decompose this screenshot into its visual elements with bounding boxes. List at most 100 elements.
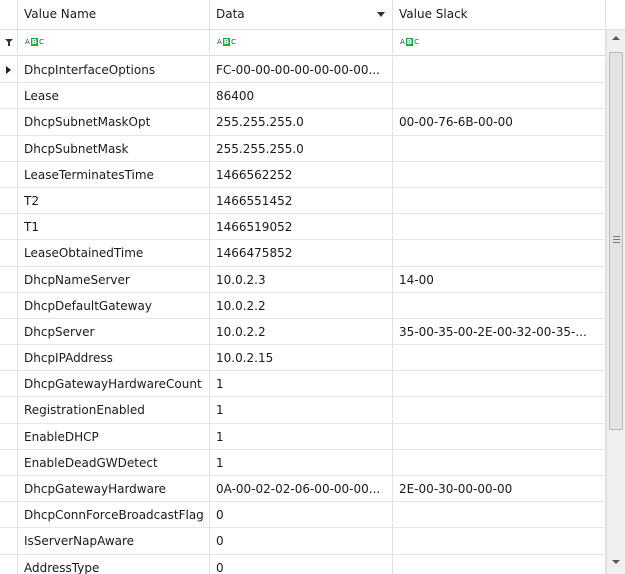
cell-value-name[interactable]: DhcpInterfaceOptions: [18, 57, 210, 83]
table-row[interactable]: Lease 86400: [0, 83, 606, 110]
cell-data[interactable]: 1466562252: [210, 161, 393, 187]
cell-value-name[interactable]: DhcpSubnetMaskOpt: [18, 109, 210, 135]
cell-value-name[interactable]: LeaseObtainedTime: [18, 240, 210, 266]
filter-cell-value-name[interactable]: ABC: [18, 30, 210, 56]
cell-value-slack[interactable]: 35-00-35-00-2E-00-32-00-35-...: [393, 318, 606, 345]
cell-data[interactable]: 1466475852: [210, 240, 393, 266]
cell-data[interactable]: 10.0.2.2: [210, 292, 393, 318]
table-row[interactable]: DhcpConnForceBroadcastFlag 0: [0, 502, 606, 529]
row-indicator[interactable]: [0, 476, 18, 502]
cell-data[interactable]: 1: [210, 397, 393, 423]
cell-data[interactable]: 255.255.255.0: [210, 135, 393, 161]
table-row[interactable]: DhcpInterfaceOptions FC-00-00-00-00-00-00…: [0, 57, 606, 84]
cell-value-name[interactable]: IsServerNapAware: [18, 528, 210, 554]
row-indicator[interactable]: [0, 528, 18, 554]
cell-data[interactable]: 0: [210, 502, 393, 528]
scroll-up-arrow-icon[interactable]: [612, 36, 620, 40]
row-indicator[interactable]: [0, 292, 18, 318]
row-indicator[interactable]: [0, 345, 18, 371]
cell-value-slack[interactable]: [393, 423, 606, 449]
cell-value-name[interactable]: T1: [18, 214, 210, 240]
scrollbar-thumb[interactable]: [609, 52, 623, 430]
sort-descending-icon[interactable]: [377, 12, 385, 17]
row-indicator[interactable]: [0, 554, 18, 574]
cell-data[interactable]: FC-00-00-00-00-00-00-00...: [210, 57, 393, 83]
table-row[interactable]: T2 1466551452: [0, 187, 606, 215]
cell-value-name[interactable]: DhcpServer: [18, 318, 210, 345]
cell-value-slack[interactable]: [393, 528, 606, 554]
table-row[interactable]: DhcpGatewayHardware 0A-00-02-02-06-00-00-…: [0, 476, 606, 503]
row-indicator[interactable]: [0, 187, 18, 214]
row-indicator[interactable]: [0, 266, 18, 292]
cell-value-slack[interactable]: [393, 449, 606, 475]
table-row[interactable]: EnableDHCP 1: [0, 423, 606, 450]
column-header-data[interactable]: Data: [210, 0, 393, 30]
row-indicator[interactable]: [0, 423, 18, 449]
table-row[interactable]: EnableDeadGWDetect 1: [0, 449, 606, 476]
cell-value-slack[interactable]: [393, 502, 606, 528]
cell-data[interactable]: 0: [210, 528, 393, 554]
cell-value-name[interactable]: Lease: [18, 83, 210, 109]
cell-value-slack[interactable]: [393, 371, 606, 397]
cell-value-slack[interactable]: [393, 345, 606, 371]
cell-value-name[interactable]: T2: [18, 187, 210, 214]
cell-value-name[interactable]: LeaseTerminatesTime: [18, 161, 210, 187]
cell-data[interactable]: 10.0.2.15: [210, 345, 393, 371]
column-header-value-slack[interactable]: Value Slack: [393, 0, 606, 30]
table-row[interactable]: IsServerNapAware 0: [0, 528, 606, 555]
cell-data[interactable]: 1: [210, 371, 393, 397]
row-indicator[interactable]: [0, 109, 18, 135]
table-row[interactable]: LeaseObtainedTime 1466475852: [0, 240, 606, 267]
table-row[interactable]: DhcpDefaultGateway 10.0.2.2: [0, 292, 606, 319]
table-row[interactable]: RegistrationEnabled 1: [0, 397, 606, 424]
row-indicator[interactable]: [0, 449, 18, 475]
cell-value-slack[interactable]: [393, 187, 606, 214]
text-filter-icon[interactable]: ABC: [24, 38, 45, 47]
table-row[interactable]: DhcpIPAddress 10.0.2.15: [0, 345, 606, 372]
cell-data[interactable]: 255.255.255.0: [210, 109, 393, 135]
cell-data[interactable]: 86400: [210, 83, 393, 109]
cell-value-name[interactable]: DhcpIPAddress: [18, 345, 210, 371]
cell-data[interactable]: 10.0.2.3: [210, 266, 393, 292]
cell-value-name[interactable]: DhcpNameServer: [18, 266, 210, 292]
cell-data[interactable]: 1: [210, 423, 393, 449]
cell-value-slack[interactable]: [393, 57, 606, 83]
cell-data[interactable]: 0: [210, 554, 393, 574]
row-indicator[interactable]: [0, 161, 18, 187]
cell-value-slack[interactable]: [393, 554, 606, 574]
cell-data[interactable]: 1466519052: [210, 214, 393, 240]
text-filter-icon[interactable]: ABC: [399, 38, 420, 47]
cell-value-slack[interactable]: 14-00: [393, 266, 606, 292]
cell-value-slack[interactable]: [393, 161, 606, 187]
cell-value-name[interactable]: EnableDHCP: [18, 423, 210, 449]
cell-data[interactable]: 1466551452: [210, 187, 393, 214]
cell-value-slack[interactable]: 00-00-76-6B-00-00: [393, 109, 606, 135]
cell-value-slack[interactable]: [393, 214, 606, 240]
filter-cell-value-slack[interactable]: ABC: [393, 30, 606, 56]
row-indicator[interactable]: [0, 371, 18, 397]
row-indicator[interactable]: [0, 135, 18, 161]
table-row[interactable]: DhcpSubnetMaskOpt 255.255.255.0 00-00-76-6…: [0, 109, 606, 136]
row-indicator[interactable]: [0, 240, 18, 266]
table-row[interactable]: DhcpNameServer 10.0.2.3 14-00: [0, 266, 606, 293]
cell-value-slack[interactable]: [393, 83, 606, 109]
cell-data[interactable]: 10.0.2.2: [210, 318, 393, 345]
cell-value-name[interactable]: DhcpDefaultGateway: [18, 292, 210, 318]
cell-value-slack[interactable]: [393, 240, 606, 266]
text-filter-icon[interactable]: ABC: [216, 38, 237, 47]
cell-value-slack[interactable]: [393, 292, 606, 318]
table-row[interactable]: AddressType 0: [0, 554, 606, 574]
row-indicator[interactable]: [0, 502, 18, 528]
cell-value-name[interactable]: EnableDeadGWDetect: [18, 449, 210, 475]
cell-value-name[interactable]: DhcpGatewayHardware: [18, 476, 210, 502]
table-row[interactable]: DhcpSubnetMask 255.255.255.0: [0, 135, 606, 162]
table-row[interactable]: LeaseTerminatesTime 1466562252: [0, 161, 606, 188]
cell-value-slack[interactable]: 2E-00-30-00-00-00: [393, 476, 606, 502]
row-indicator[interactable]: [0, 318, 18, 345]
cell-value-name[interactable]: RegistrationEnabled: [18, 397, 210, 423]
column-header-value-name[interactable]: Value Name: [18, 0, 210, 30]
row-indicator[interactable]: [0, 57, 18, 83]
table-row[interactable]: T1 1466519052: [0, 214, 606, 241]
table-row[interactable]: DhcpGatewayHardwareCount 1: [0, 371, 606, 398]
vertical-scrollbar[interactable]: [606, 30, 625, 574]
